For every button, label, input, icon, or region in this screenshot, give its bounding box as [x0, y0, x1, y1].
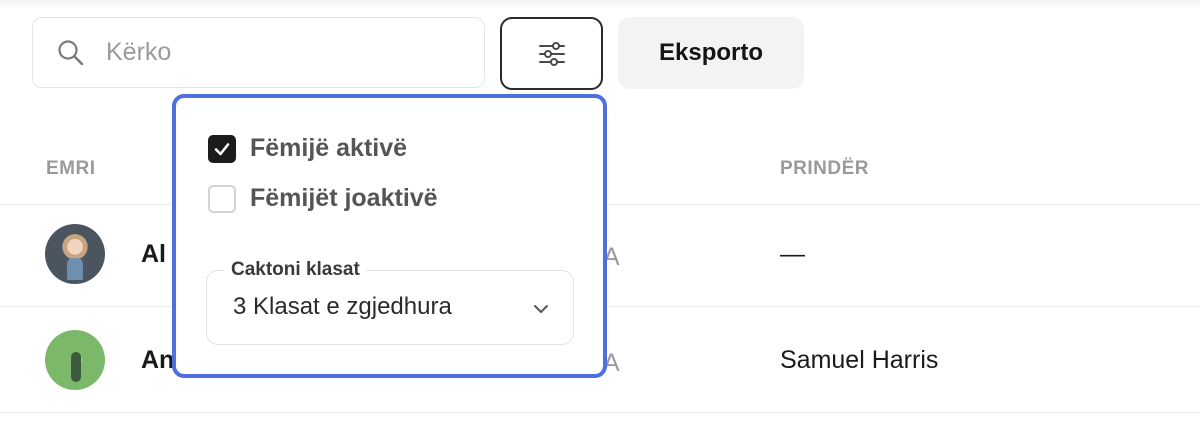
column-header-parent[interactable]: PRINDËR: [780, 158, 869, 180]
inactive-children-label: Fëmijët joaktivë: [250, 184, 438, 212]
parent-name: Samuel Harris: [780, 346, 939, 374]
class-select[interactable]: Caktoni klasat 3 Klasat e zgjedhura: [206, 259, 574, 345]
filter-active-children[interactable]: Fëmijë aktivë: [208, 134, 407, 163]
check-icon: [214, 142, 230, 155]
column-header-name[interactable]: EMRI: [46, 158, 96, 180]
active-children-label: Fëmijë aktivë: [250, 134, 408, 162]
active-children-checkbox[interactable]: [208, 134, 236, 163]
top-edge: [0, 0, 1200, 8]
row-divider: [0, 412, 1200, 413]
filter-button[interactable]: [500, 17, 603, 90]
chevron-down-icon: [534, 305, 548, 313]
avatar: [45, 330, 105, 390]
child-name: An: [141, 346, 175, 374]
avatar: [45, 224, 105, 284]
class-select-value: 3 Klasat e zgjedhura: [233, 293, 452, 320]
export-button[interactable]: Eksporto: [618, 17, 804, 89]
filter-inactive-children[interactable]: Fëmijët joaktivë: [208, 184, 438, 213]
inactive-children-checkbox[interactable]: [208, 184, 236, 213]
search-icon: [58, 40, 84, 66]
class-select-label: Caktoni klasat: [225, 259, 366, 281]
sliders-icon: [538, 41, 565, 66]
filter-dropdown-panel: Fëmijë aktivë Fëmijët joaktivë Caktoni k…: [172, 94, 607, 378]
search-input[interactable]: [106, 34, 466, 70]
child-name: Al: [141, 240, 166, 268]
parent-name: —: [780, 240, 805, 268]
